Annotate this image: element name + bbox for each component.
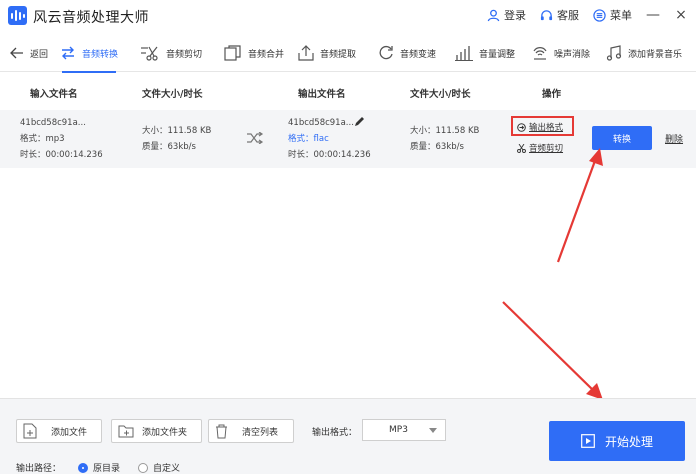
add-file-label: 添加文件 xyxy=(51,427,88,438)
radio-checked-icon xyxy=(78,462,88,473)
volume-bars-icon xyxy=(455,46,473,61)
output-format-link[interactable]: 输出格式 xyxy=(517,121,563,133)
output-format-select[interactable]: MP3 xyxy=(362,419,446,441)
menu-label: 菜单 xyxy=(610,9,632,22)
radio-label: 原目录 xyxy=(93,464,121,474)
pencil-icon[interactable] xyxy=(354,116,365,127)
input-file-name: 41bcd58c91a... xyxy=(20,118,86,128)
start-processing-label: 开始处理 xyxy=(604,434,653,449)
tab-label: 音量调整 xyxy=(479,49,516,60)
radio-unchecked-icon xyxy=(138,462,148,473)
input-format: 格式：mp3 xyxy=(20,134,65,144)
tab-label: 音频变速 xyxy=(400,49,437,60)
column-header: 文件大小/时长 xyxy=(410,89,471,100)
delete-link[interactable]: 删除 xyxy=(665,132,683,145)
column-header: 操作 xyxy=(542,89,562,100)
output-path-label: 输出路径： xyxy=(16,464,62,474)
play-icon xyxy=(581,434,595,448)
format-icon xyxy=(517,122,526,132)
tab-audio-cut[interactable]: 音频剪切 xyxy=(140,34,202,72)
speed-icon xyxy=(379,45,393,60)
tab-label: 音频合并 xyxy=(248,49,285,60)
radio-original-dir[interactable]: 原目录 xyxy=(78,461,120,474)
function-toolbar: 返回 音频转换 音频剪切 音频合并 音频提取 音频变速 音量调整 噪声消除 添加… xyxy=(0,34,696,73)
clear-list-label: 清空列表 xyxy=(242,427,279,438)
clear-list-button[interactable]: 清空列表 xyxy=(208,419,294,443)
add-file-button[interactable]: 添加文件 xyxy=(16,419,102,443)
menu-icon xyxy=(593,8,606,22)
input-size: 大小：111.58 KB xyxy=(142,126,212,136)
login-label: 登录 xyxy=(504,9,526,22)
convert-button[interactable]: 转换 xyxy=(592,126,652,150)
minimize-button[interactable]: — xyxy=(646,7,660,23)
app-logo-icon xyxy=(8,6,27,25)
column-header: 文件大小/时长 xyxy=(142,89,203,100)
back-button[interactable]: 返回 xyxy=(10,34,48,72)
tab-volume-adjust[interactable]: 音量调整 xyxy=(455,34,515,72)
column-header: 输入文件名 xyxy=(30,89,78,100)
title-bar: 风云音频处理大师 登录 客服 菜单 — × xyxy=(0,0,696,32)
tab-label: 音频转换 xyxy=(82,49,119,60)
add-file-icon xyxy=(23,423,37,439)
tab-label: 音频剪切 xyxy=(166,49,203,60)
tab-label: 噪声消除 xyxy=(554,49,591,60)
close-button[interactable]: × xyxy=(674,7,688,23)
tab-audio-convert[interactable]: 音频转换 xyxy=(60,34,119,73)
input-duration: 时长：00:00:14.236 xyxy=(20,150,103,160)
tab-audio-merge[interactable]: 音频合并 xyxy=(224,34,284,72)
audio-cut-link[interactable]: 音频剪切 xyxy=(517,142,563,154)
tab-label: 添加背景音乐 xyxy=(628,49,683,60)
merge-icon xyxy=(224,45,241,61)
service-button[interactable]: 客服 xyxy=(540,7,579,23)
output-format-label: 输出格式： xyxy=(312,428,358,438)
tab-add-background-music[interactable]: 添加背景音乐 xyxy=(606,34,682,72)
output-format-value: MP3 xyxy=(389,425,408,435)
music-note-icon xyxy=(606,45,622,61)
add-folder-label: 添加文件夹 xyxy=(142,427,188,438)
output-size: 大小：111.58 KB xyxy=(410,126,480,136)
output-file-name: 41bcd58c91a... xyxy=(288,118,354,128)
tab-audio-speed[interactable]: 音频变速 xyxy=(378,34,436,72)
extract-icon xyxy=(298,45,314,61)
output-format-label: 输出格式 xyxy=(529,123,564,133)
back-label: 返回 xyxy=(30,49,49,60)
arrow-left-icon xyxy=(10,47,23,59)
table-header: 输入文件名 文件大小/时长 输出文件名 文件大小/时长 操作 xyxy=(0,82,696,104)
start-processing-button[interactable]: 开始处理 xyxy=(549,421,685,461)
radio-label: 自定义 xyxy=(153,464,181,474)
trash-icon xyxy=(216,424,227,438)
tab-noise-removal[interactable]: 噪声消除 xyxy=(532,34,590,72)
add-folder-icon xyxy=(118,425,134,438)
menu-button[interactable]: 菜单 xyxy=(593,7,632,23)
output-duration: 时长：00:00:14.236 xyxy=(288,150,371,160)
chevron-down-icon xyxy=(429,428,437,433)
scissors-icon xyxy=(517,143,526,153)
headset-icon xyxy=(540,9,553,20)
user-icon xyxy=(487,9,500,21)
noise-icon xyxy=(533,47,547,60)
tab-label: 音频提取 xyxy=(320,49,357,60)
radio-custom-dir[interactable]: 自定义 xyxy=(138,461,180,474)
scissors-icon xyxy=(141,46,158,61)
column-header: 输出文件名 xyxy=(298,89,346,100)
audio-cut-label: 音频剪切 xyxy=(529,144,564,154)
convert-icon xyxy=(62,46,74,60)
app-title: 风云音频处理大师 xyxy=(33,10,149,26)
login-button[interactable]: 登录 xyxy=(487,7,526,23)
add-folder-button[interactable]: 添加文件夹 xyxy=(111,419,202,443)
service-label: 客服 xyxy=(557,9,579,22)
shuffle-icon xyxy=(247,132,264,144)
tab-audio-extract[interactable]: 音频提取 xyxy=(298,34,356,72)
input-quality: 质量：63kb/s xyxy=(142,142,196,152)
annotation-arrow xyxy=(556,157,598,263)
output-format: 格式：flac xyxy=(288,134,329,144)
annotation-arrow xyxy=(502,301,596,393)
output-quality: 质量：63kb/s xyxy=(410,142,464,152)
